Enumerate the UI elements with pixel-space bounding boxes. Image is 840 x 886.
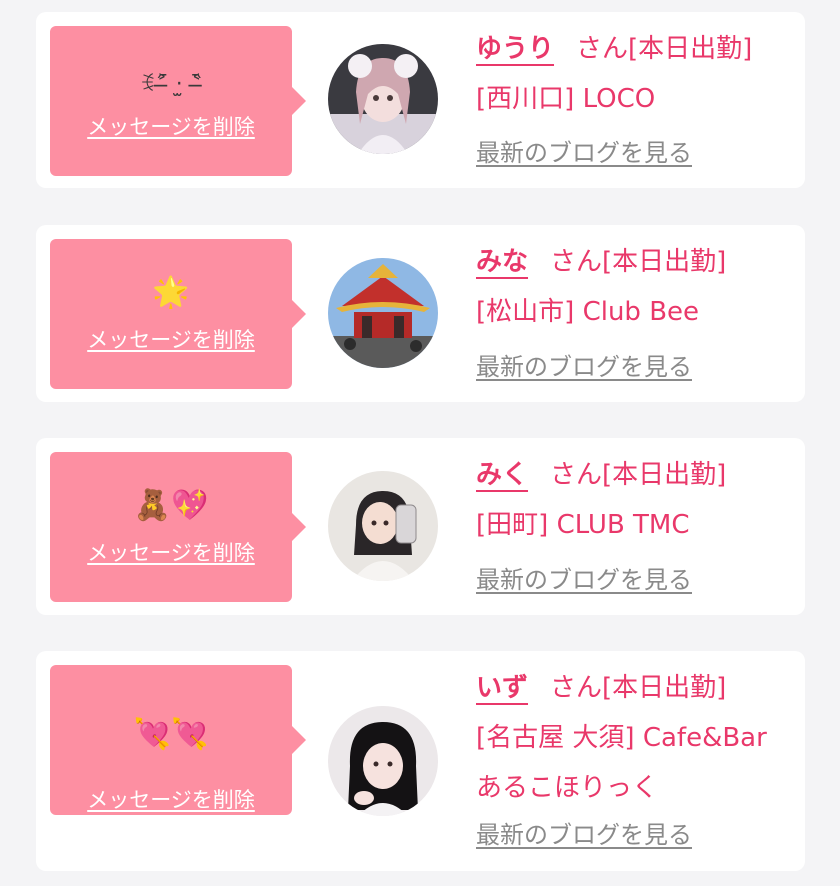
latest-blog-link[interactable]: 最新のブログを見る (476, 563, 692, 597)
area-label: [西川口] (476, 84, 575, 114)
chinese-pavilion-photo-icon (328, 258, 438, 368)
girl-selfie-photo-icon (328, 471, 438, 581)
shop-name: LOCO (582, 84, 656, 114)
status-badge: [本日出勤] (602, 247, 727, 277)
status-badge: [本日出勤] (628, 34, 753, 64)
cast-name-link[interactable]: ゆうり (476, 34, 554, 64)
message-card: 🧸💖 メッセージを削除 みく さん[本日出勤] [田町] CLUB TMC 最新の… (36, 438, 805, 615)
honorific: さん (576, 34, 629, 64)
delete-message-link[interactable]: メッセージを削除 (50, 785, 292, 815)
honorific: さん (550, 460, 603, 490)
message-text: ꉂ˃̶᷇ ‧̫ ˂̶᷆ (139, 72, 203, 96)
cast-name-link[interactable]: いず (476, 673, 528, 703)
message-card: 🌟 メッセージを削除 みな さん[本日出勤] [松山市] Club Bee 最新の… (36, 225, 805, 402)
cast-info: みく さん[本日出勤] [田町] CLUB TMC (476, 450, 796, 550)
girl-black-hair-photo-icon (328, 706, 438, 816)
latest-blog-link[interactable]: 最新のブログを見る (476, 350, 692, 384)
cast-info: ゆうり さん[本日出勤] [西川口] LOCO (476, 24, 796, 124)
message-text: 🧸💖 (133, 488, 209, 523)
shop-name: CLUB TMC (556, 510, 690, 540)
honorific: さん (550, 673, 603, 703)
message-bubble: 🧸💖 メッセージを削除 (50, 452, 306, 602)
cast-info: みな さん[本日出勤] [松山市] Club Bee (476, 237, 796, 337)
message-text: 💘💘 (133, 717, 209, 752)
message-bubble: 🌟 メッセージを削除 (50, 239, 306, 389)
message-bubble: 💘💘 メッセージを削除 (50, 665, 306, 815)
cast-name-link[interactable]: みな (476, 247, 528, 277)
message-card: ꉂ˃̶᷇ ‧̫ ˂̶᷆ メッセージを削除 ゆうり さん[本日出勤] [西川口] L… (36, 12, 805, 188)
honorific: さん (550, 247, 603, 277)
avatar[interactable] (328, 706, 438, 816)
latest-blog-link[interactable]: 最新のブログを見る (476, 136, 692, 170)
area-label: [名古屋 大須] (476, 723, 635, 753)
shop-name: Club Bee (582, 297, 700, 327)
cast-name-link[interactable]: みく (476, 460, 528, 490)
latest-blog-link[interactable]: 最新のブログを見る (476, 818, 692, 852)
delete-message-link[interactable]: メッセージを削除 (50, 538, 292, 568)
delete-message-link[interactable]: メッセージを削除 (50, 112, 292, 142)
message-card: 💘💘 メッセージを削除 いず さん[本日出勤] [名古屋 大須] Cafe&Bar… (36, 651, 805, 871)
message-bubble: ꉂ˃̶᷇ ‧̫ ˂̶᷆ メッセージを削除 (50, 26, 306, 176)
delete-message-link[interactable]: メッセージを削除 (50, 325, 292, 355)
avatar[interactable] (328, 471, 438, 581)
cast-info: いず さん[本日出勤] [名古屋 大須] Cafe&Bar あるこほりっく (476, 663, 796, 813)
avatar[interactable] (328, 258, 438, 368)
girl-lolita-photo-icon (328, 44, 438, 154)
status-badge: [本日出勤] (602, 460, 727, 490)
message-text: 🌟 (152, 275, 190, 310)
avatar[interactable] (328, 44, 438, 154)
message-list: ꉂ˃̶᷇ ‧̫ ˂̶᷆ メッセージを削除 ゆうり さん[本日出勤] [西川口] L… (0, 0, 840, 886)
area-label: [田町] (476, 510, 549, 540)
status-badge: [本日出勤] (602, 673, 727, 703)
area-label: [松山市] (476, 297, 575, 327)
